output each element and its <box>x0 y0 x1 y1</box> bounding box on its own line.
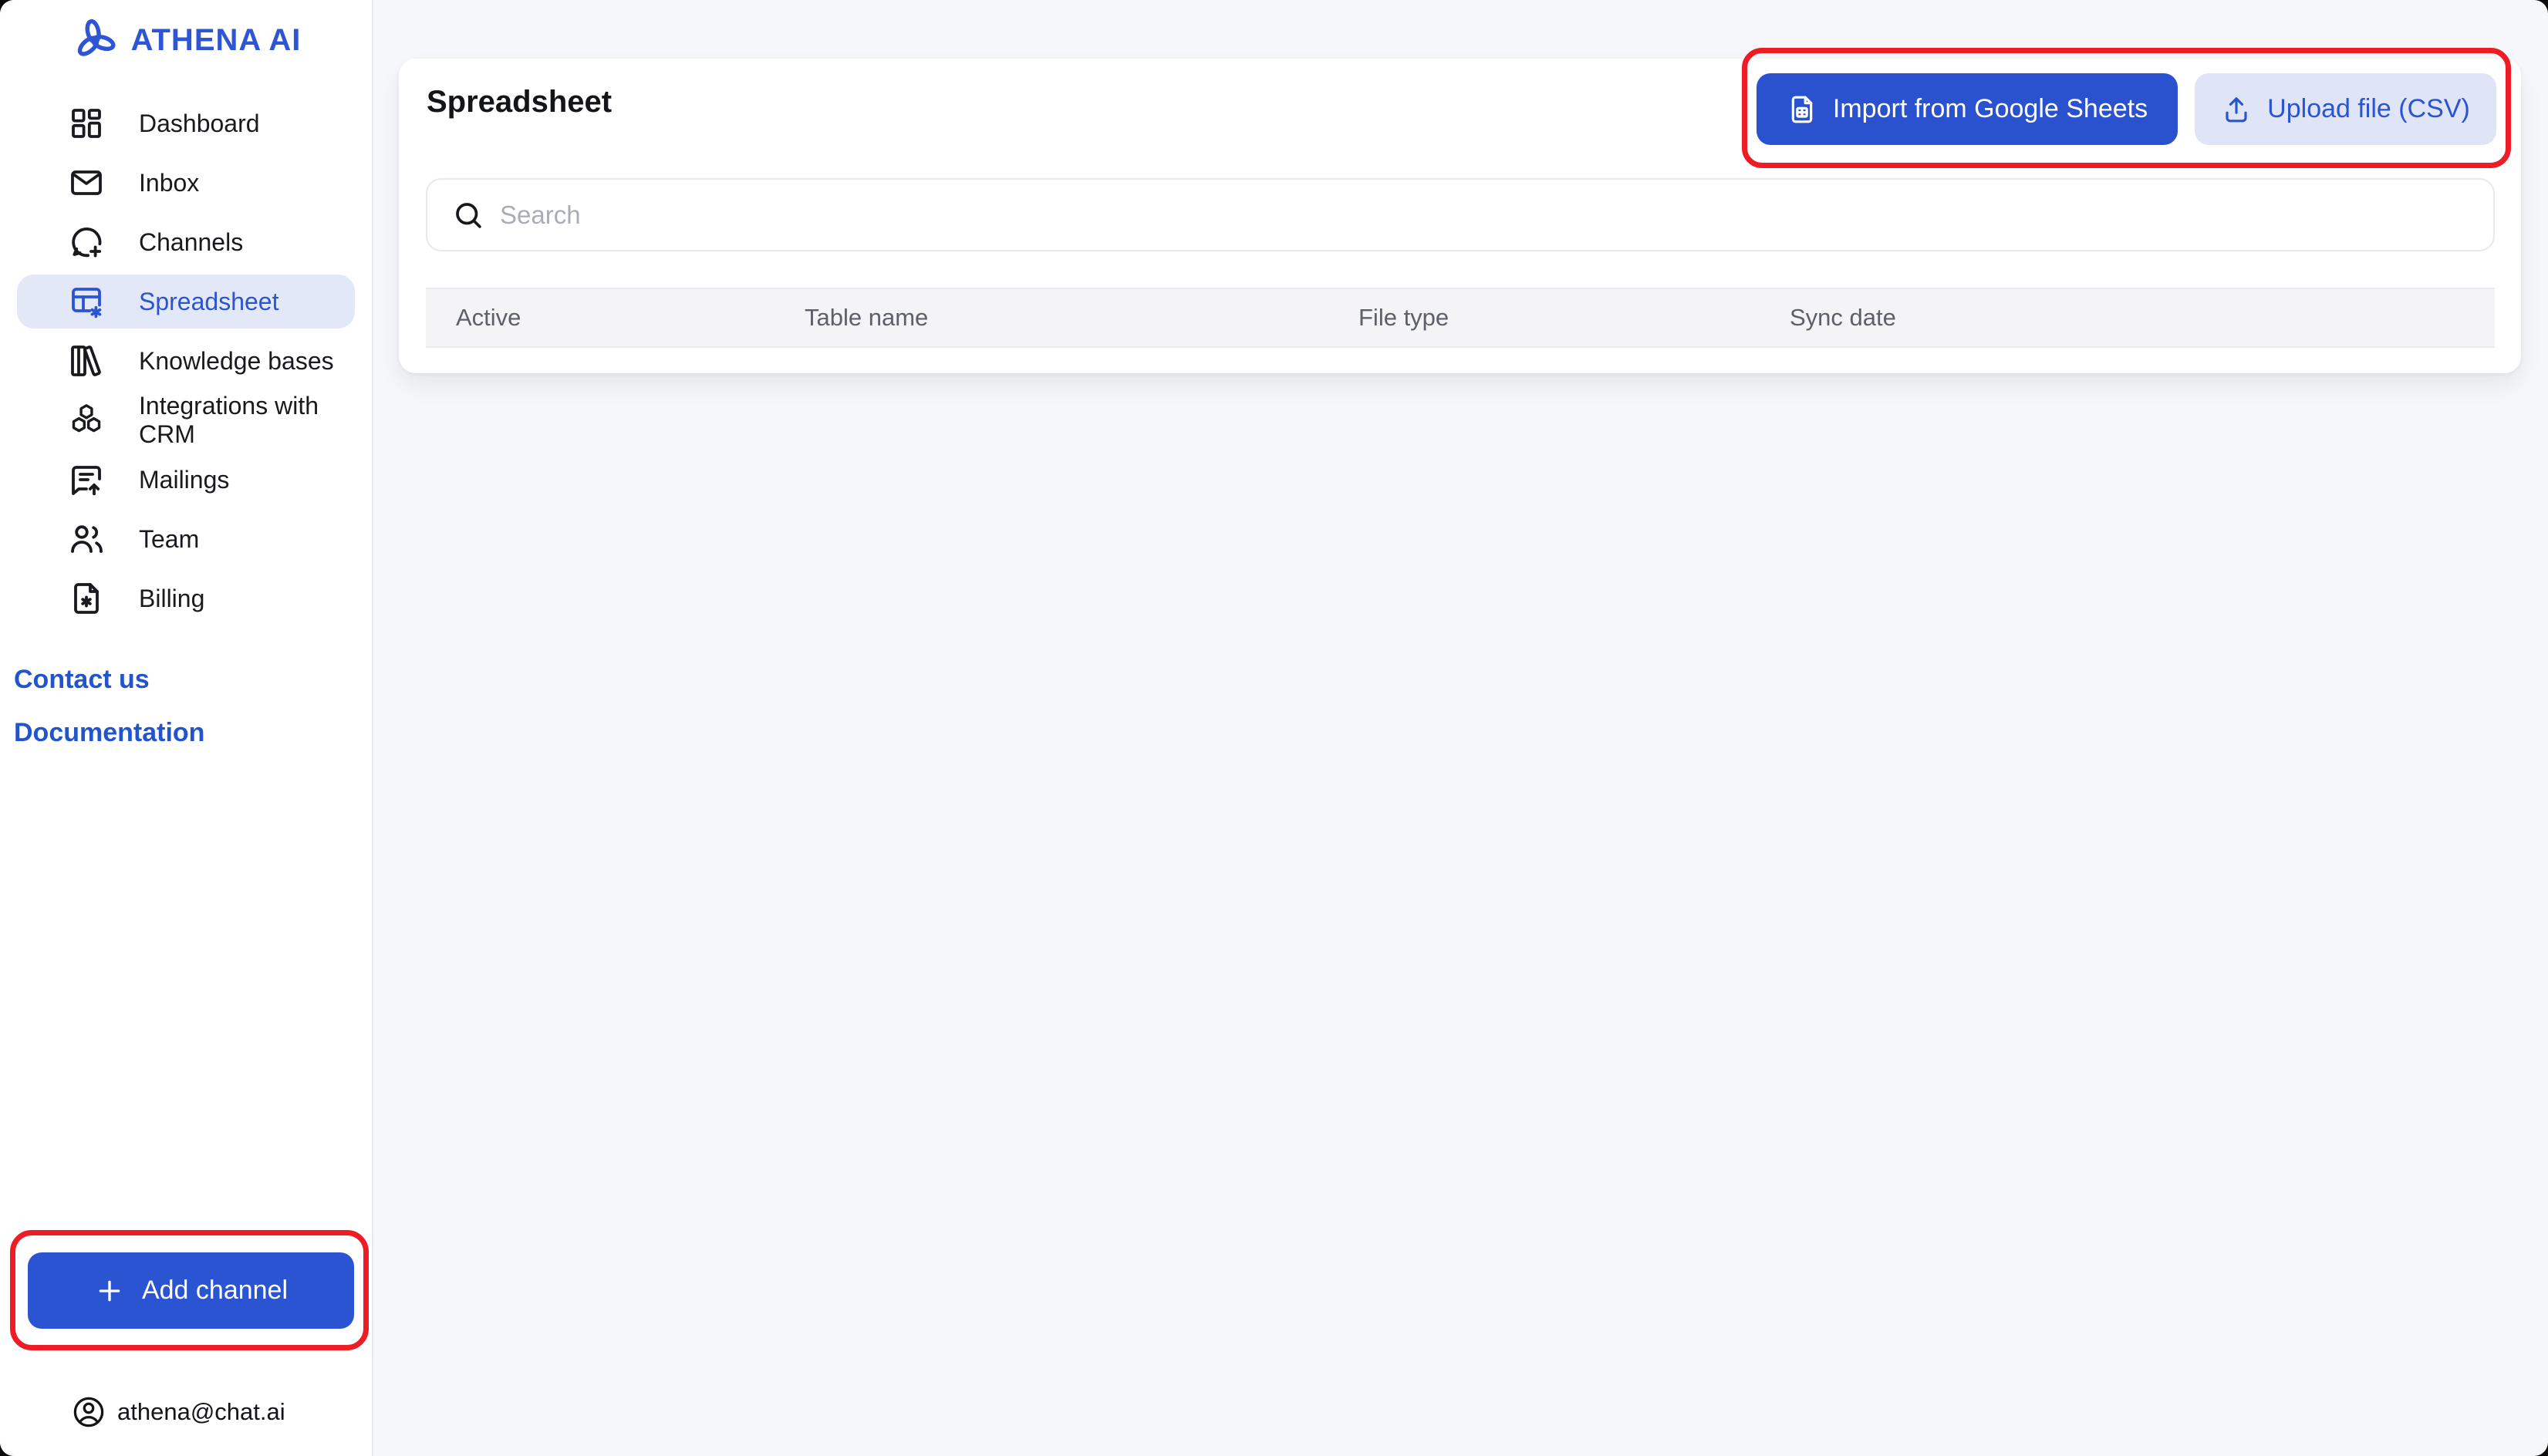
file-spreadsheet-icon <box>1787 94 1817 125</box>
spreadsheet-icon <box>68 283 105 320</box>
add-channel-label: Add channel <box>142 1276 288 1306</box>
mailings-icon <box>68 461 105 498</box>
sidebar-item-dashboard[interactable]: Dashboard <box>17 96 355 150</box>
user-circle-icon <box>71 1394 106 1430</box>
sidebar-item-label: Billing <box>139 585 204 613</box>
sidebar-item-label: Dashboard <box>139 110 260 138</box>
sidebar-item-team[interactable]: Team <box>17 512 355 566</box>
sidebar-nav: Dashboard Inbox <box>0 96 372 625</box>
library-icon <box>68 342 105 379</box>
athena-knot-icon <box>71 16 119 64</box>
page-title: Spreadsheet <box>427 85 612 120</box>
account-row[interactable]: athena@chat.ai <box>71 1394 285 1430</box>
upload-csv-button[interactable]: Upload file (CSV) <box>2195 73 2496 145</box>
search-input[interactable] <box>500 184 2493 246</box>
plus-icon <box>94 1276 125 1306</box>
search-bar <box>426 178 2495 251</box>
app-window: ATHENA AI Dashboard <box>0 0 2548 1456</box>
column-header-sync-date: Sync date <box>1790 304 2495 332</box>
upload-button-label: Upload file (CSV) <box>2267 94 2470 124</box>
add-channel-button[interactable]: Add channel <box>28 1252 354 1329</box>
sidebar-item-mailings[interactable]: Mailings <box>17 453 355 507</box>
sidebar-item-label: Knowledge bases <box>139 347 334 376</box>
sidebar-item-label: Team <box>139 525 199 554</box>
upload-icon <box>2221 94 2252 125</box>
sidebar-item-label: Channels <box>139 228 243 257</box>
search-icon <box>452 199 484 231</box>
sidebar-item-integrations-crm[interactable]: Integrations with CRM <box>17 393 355 447</box>
documentation-link[interactable]: Documentation <box>14 720 372 746</box>
column-header-active: Active <box>456 304 805 332</box>
sidebar-item-knowledge-bases[interactable]: Knowledge bases <box>17 334 355 388</box>
sidebar-item-label: Integrations with CRM <box>139 392 355 449</box>
column-header-file-type: File type <box>1358 304 1790 332</box>
contact-us-link[interactable]: Contact us <box>14 666 372 693</box>
sidebar-item-channels[interactable]: Channels <box>17 215 355 269</box>
sidebar-item-label: Inbox <box>139 169 199 197</box>
brand-logo: ATHENA AI <box>0 15 372 65</box>
channel-plus-icon <box>68 224 105 261</box>
sidebar-item-inbox[interactable]: Inbox <box>17 156 355 210</box>
sidebar-links: Contact us Documentation <box>0 666 372 746</box>
column-header-table-name: Table name <box>805 304 1358 332</box>
sidebar-item-label: Mailings <box>139 466 229 494</box>
sidebar-item-spreadsheet[interactable]: Spreadsheet <box>17 275 355 329</box>
sidebar-item-billing[interactable]: Billing <box>17 571 355 625</box>
dashboard-icon <box>68 105 105 142</box>
brand-name: ATHENA AI <box>131 23 302 58</box>
billing-icon <box>68 580 105 617</box>
table-header-row: Active Table name File type Sync date <box>426 288 2495 348</box>
import-google-sheets-button[interactable]: Import from Google Sheets <box>1757 73 2178 145</box>
sidebar-item-label: Spreadsheet <box>139 288 278 316</box>
team-icon <box>68 521 105 558</box>
hexagons-icon <box>68 402 105 439</box>
account-email: athena@chat.ai <box>117 1398 285 1426</box>
import-button-label: Import from Google Sheets <box>1833 94 2148 124</box>
sidebar: ATHENA AI Dashboard <box>0 0 373 1456</box>
mail-icon <box>68 164 105 201</box>
